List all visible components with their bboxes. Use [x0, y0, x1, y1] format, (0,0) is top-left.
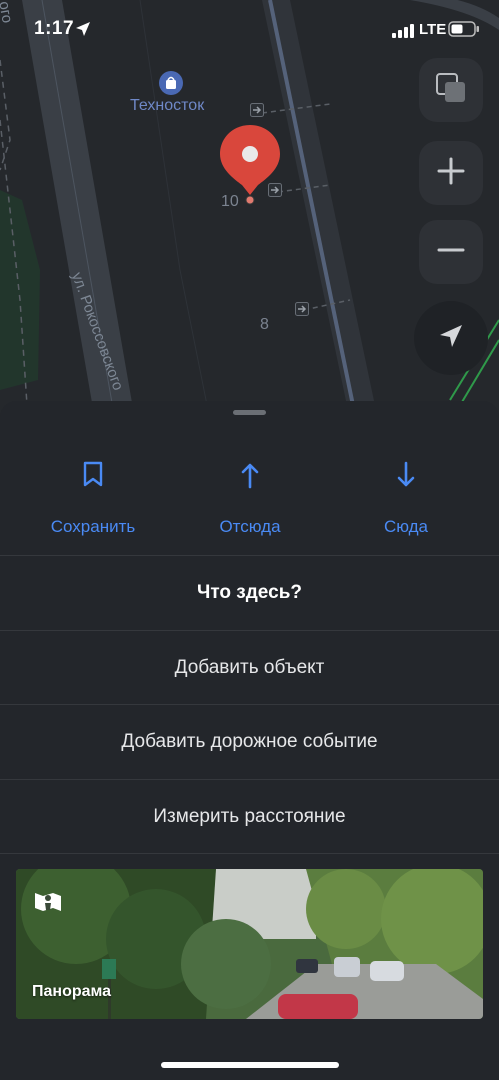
map-view[interactable]: ого Техносток 10 8 ул. Рокоссовского 1:1…	[0, 0, 499, 420]
panorama-preview[interactable]: Панорама	[16, 869, 483, 1019]
signal-icon	[392, 24, 414, 43]
route-to-button[interactable]: Сюда	[336, 461, 476, 537]
save-button[interactable]: Сохранить	[23, 461, 163, 537]
layers-button[interactable]	[419, 58, 483, 122]
divider	[0, 779, 499, 780]
status-bar: 1:17 LTE	[0, 0, 499, 60]
battery-icon	[448, 21, 480, 42]
entrance-icon	[250, 103, 264, 122]
network-type: LTE	[419, 21, 447, 38]
add-road-event-item[interactable]: Добавить дорожное событие	[0, 731, 499, 753]
home-indicator[interactable]	[161, 1062, 339, 1068]
poi-label[interactable]: Техносток	[130, 97, 204, 115]
save-label: Сохранить	[50, 517, 136, 536]
bottom-sheet: Сохранить Отсюда Сюда Что здесь? Добавит…	[0, 401, 499, 1080]
zoom-in-button[interactable]	[419, 141, 483, 205]
divider	[0, 704, 499, 705]
sheet-drag-handle[interactable]	[233, 410, 266, 415]
measure-distance-item[interactable]: Измерить расстояние	[0, 806, 499, 828]
location-services-icon	[75, 21, 91, 42]
divider	[0, 853, 499, 854]
panorama-label: Панорама	[32, 983, 112, 1000]
whats-here-item[interactable]: Что здесь?	[0, 582, 499, 604]
map-pin-icon[interactable]	[218, 123, 282, 214]
route-from-label: Отсюда	[219, 517, 281, 536]
route-from-button[interactable]: Отсюда	[180, 461, 320, 537]
locate-button[interactable]	[414, 301, 488, 375]
divider	[0, 630, 499, 631]
plus-icon	[436, 156, 466, 191]
entrance-icon	[295, 302, 309, 321]
location-arrow-icon	[436, 321, 466, 356]
status-time: 1:17	[34, 18, 75, 39]
bookmark-icon	[23, 461, 163, 491]
layers-icon	[434, 71, 468, 110]
panorama-icon	[33, 889, 63, 920]
divider	[0, 555, 499, 556]
zoom-out-button[interactable]	[419, 220, 483, 284]
add-object-item[interactable]: Добавить объект	[0, 657, 499, 679]
minus-icon	[436, 235, 466, 270]
route-to-label: Сюда	[383, 517, 429, 536]
house-number-8: 8	[260, 316, 269, 333]
arrow-up-icon	[180, 461, 320, 491]
arrow-down-icon	[336, 461, 476, 491]
